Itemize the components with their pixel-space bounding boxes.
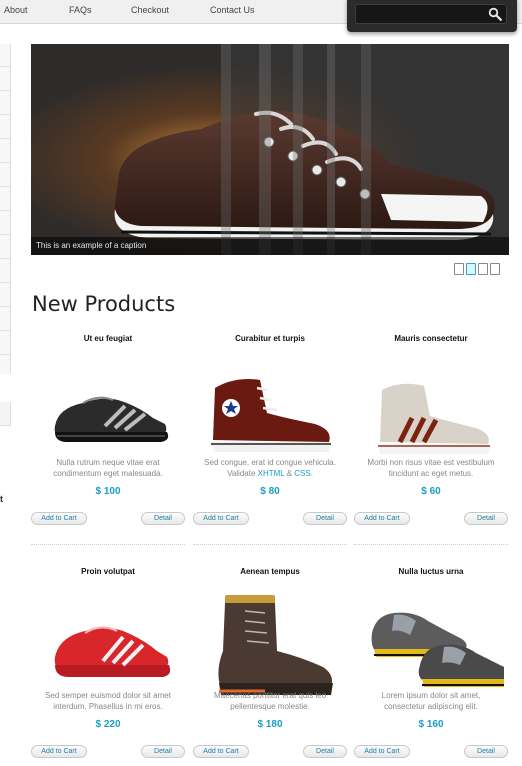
product-price: $ 220 xyxy=(95,719,121,730)
section-title: New Products xyxy=(32,292,176,316)
product-description: Maecenas porttitor erat quis leo pellent… xyxy=(213,691,327,711)
product-description: Sed semper euismod dolor sit amet interd… xyxy=(45,691,171,711)
slider-pager-dot-2[interactable] xyxy=(466,263,476,275)
sidebar-category-list xyxy=(0,44,11,374)
add-to-cart-button[interactable]: Add to Cart xyxy=(193,512,249,525)
add-to-cart-button[interactable]: Add to Cart xyxy=(354,512,410,525)
product-price: $ 100 xyxy=(95,486,121,497)
nav-link-about[interactable]: About xyxy=(4,5,28,15)
detail-button[interactable]: Detail xyxy=(141,745,185,758)
search-panel xyxy=(347,0,517,32)
product-price: $ 180 xyxy=(257,719,283,730)
product-price: $ 160 xyxy=(418,719,444,730)
product-image-grey-hightop[interactable] xyxy=(366,358,496,458)
product-card: Ut eu feugiat Nulla rutrum neque vitae e… xyxy=(31,334,185,534)
xhtml-link[interactable]: XHTML xyxy=(258,469,285,478)
product-image-black-yellow-sneakers[interactable] xyxy=(358,591,504,691)
slider-pager xyxy=(454,263,500,275)
detail-button[interactable]: Detail xyxy=(464,745,508,758)
product-title[interactable]: Aenean tempus xyxy=(193,567,347,576)
product-card: Nulla luctus urna Lorem ipsum dolor sit … xyxy=(354,567,508,766)
product-card: Mauris consectetur Morbi non risus vitae… xyxy=(354,334,508,534)
product-description: Nulla rutrum neque vitae erat condimentu… xyxy=(53,458,163,478)
add-to-cart-button[interactable]: Add to Cart xyxy=(31,512,87,525)
product-title[interactable]: Ut eu feugiat xyxy=(31,334,185,343)
product-image-maroon-hightop[interactable] xyxy=(205,358,335,458)
sidebar-box xyxy=(0,402,11,426)
detail-button[interactable]: Detail xyxy=(141,512,185,525)
detail-button[interactable]: Detail xyxy=(303,745,347,758)
row-divider xyxy=(31,544,185,545)
slider-pager-dot-1[interactable] xyxy=(454,263,464,275)
search-icon[interactable] xyxy=(488,7,502,21)
sidebar-fragment-text: t xyxy=(0,494,3,504)
product-image-red-sneaker[interactable] xyxy=(43,591,173,691)
product-price: $ 80 xyxy=(260,486,280,497)
product-title[interactable]: Mauris consectetur xyxy=(354,334,508,343)
product-title[interactable]: Proin volutpat xyxy=(31,567,185,576)
slider-caption: This is an example of a caption xyxy=(31,237,509,255)
detail-button[interactable]: Detail xyxy=(464,512,508,525)
add-to-cart-button[interactable]: Add to Cart xyxy=(193,745,249,758)
search-input[interactable] xyxy=(355,4,507,24)
add-to-cart-button[interactable]: Add to Cart xyxy=(31,745,87,758)
slider-pager-dot-3[interactable] xyxy=(478,263,488,275)
product-card: Proin volutpat Sed semper euismod dolor … xyxy=(31,567,185,766)
hero-shoe-image xyxy=(31,44,509,255)
product-card: Curabitur et turpis Sed congue, erat id … xyxy=(193,334,347,534)
row-divider xyxy=(193,544,347,545)
product-image-black-sneaker[interactable] xyxy=(43,358,173,458)
nav-link-faqs[interactable]: FAQs xyxy=(69,5,92,15)
css-link[interactable]: CSS xyxy=(294,469,310,478)
nav-link-contact-us[interactable]: Contact Us xyxy=(210,5,255,15)
product-image-brown-boot[interactable] xyxy=(205,587,335,695)
product-card: Aenean tempus Maecenas porttitor erat qu… xyxy=(193,567,347,766)
product-title[interactable]: Nulla luctus urna xyxy=(354,567,508,576)
detail-button[interactable]: Detail xyxy=(303,512,347,525)
product-description: Sed congue, erat id congue vehicula. Val… xyxy=(204,458,336,478)
add-to-cart-button[interactable]: Add to Cart xyxy=(354,745,410,758)
product-description: Morbi non risus vitae est vestibulum tin… xyxy=(367,458,495,478)
product-price: $ 60 xyxy=(421,486,441,497)
hero-slider[interactable]: This is an example of a caption xyxy=(31,44,509,255)
product-description: Lorem ipsum dolor sit amet, consectetur … xyxy=(381,691,481,711)
slider-pager-dot-4[interactable] xyxy=(490,263,500,275)
product-title[interactable]: Curabitur et turpis xyxy=(193,334,347,343)
row-divider xyxy=(354,544,508,545)
nav-link-checkout[interactable]: Checkout xyxy=(131,5,169,15)
